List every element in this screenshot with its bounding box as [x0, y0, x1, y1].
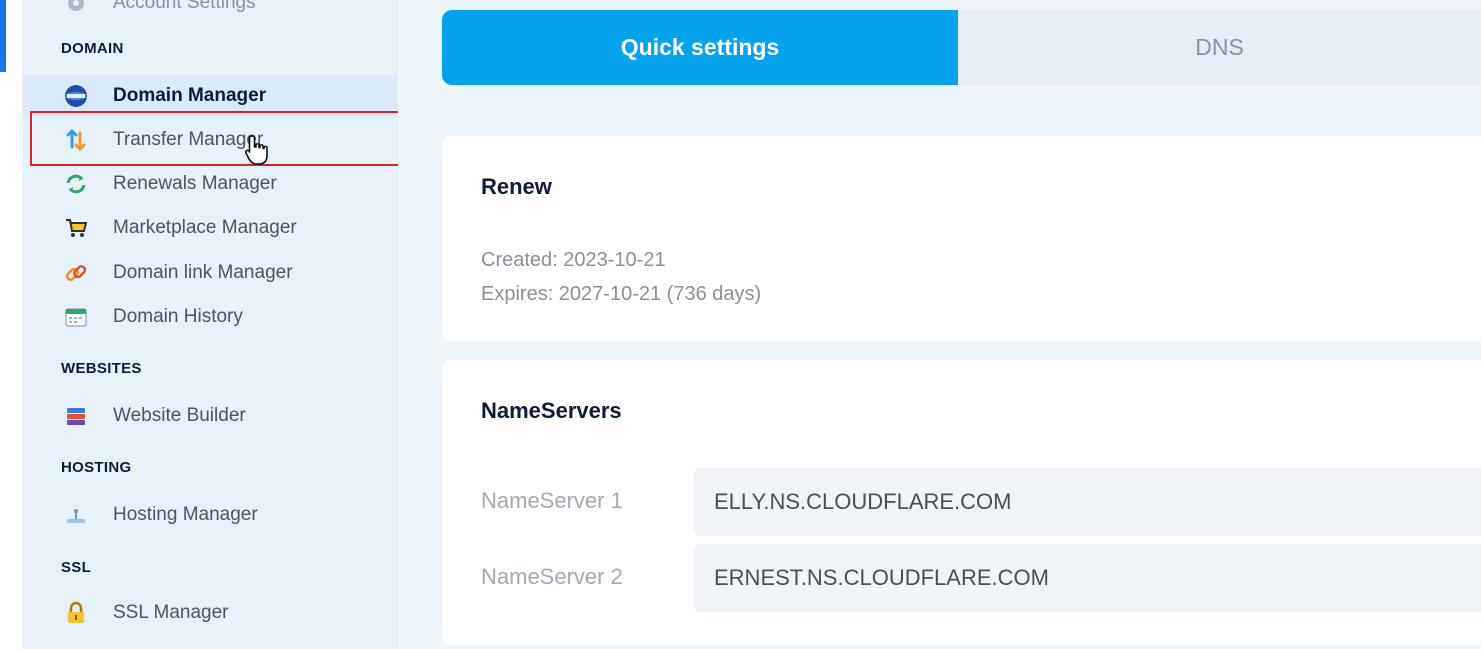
section-title-websites: WEBSITES — [61, 360, 142, 377]
section-title-domain: DOMAIN — [61, 40, 124, 57]
nameserver-label: NameServer 1 — [481, 488, 623, 513]
sidebar-item-marketplace-manager[interactable]: Marketplace Manager — [23, 207, 398, 249]
lock-icon — [63, 600, 89, 626]
hand-cursor-icon — [244, 134, 270, 166]
main-content: Quick settings DNS Renew Created: 2023-1… — [398, 0, 1481, 649]
layers-icon — [63, 403, 89, 429]
sidebar-item-label: Marketplace Manager — [113, 217, 297, 238]
sidebar-item-renewals-manager[interactable]: Renewals Manager — [23, 163, 398, 205]
tab-bar: Quick settings DNS — [442, 10, 1481, 85]
active-nav-indicator — [0, 0, 6, 72]
sidebar-item-account-settings[interactable]: Account Settings — [23, 0, 398, 24]
sidebar-item-hosting-manager[interactable]: Hosting Manager — [23, 494, 398, 536]
sidebar-item-label: Transfer Manager — [113, 129, 264, 150]
sidebar-item-transfer-manager[interactable]: Transfer Manager — [23, 119, 398, 161]
sidebar-item-label: Renewals Manager — [113, 173, 277, 194]
refresh-icon — [63, 171, 89, 197]
globe-icon — [63, 83, 89, 109]
sidebar-item-ssl-manager[interactable]: SSL Manager — [23, 592, 398, 634]
server-icon — [63, 502, 89, 528]
sidebar-item-label: SSL Manager — [113, 602, 229, 623]
sidebar-item-domain-manager[interactable]: Domain Manager — [23, 75, 398, 117]
sidebar-item-label: Hosting Manager — [113, 504, 258, 525]
sidebar-item-label: Domain Manager — [113, 85, 267, 106]
nameserver-1-field[interactable]: ELLY.NS.CLOUDFLARE.COM — [694, 468, 1481, 536]
created-date: Created: 2023-10-21 — [481, 249, 666, 271]
renew-card: Renew Created: 2023-10-21 Expires: 2027-… — [442, 136, 1481, 341]
nameservers-card-title: NameServers — [481, 398, 622, 423]
tab-quick-settings[interactable]: Quick settings — [442, 10, 958, 85]
left-edge-strip — [0, 0, 22, 649]
section-title-hosting: HOSTING — [61, 459, 132, 476]
transfer-arrows-icon — [63, 127, 89, 153]
sidebar-item-label: Account Settings — [113, 0, 256, 13]
nameserver-label: NameServer 2 — [481, 564, 623, 589]
section-title-ssl: SSL — [61, 559, 92, 576]
nameserver-2-field[interactable]: ERNEST.NS.CLOUDFLARE.COM — [694, 544, 1481, 612]
sidebar: Account Settings DOMAIN Domain Manager T… — [23, 0, 398, 649]
nameserver-row: NameServer 1 ELLY.NS.CLOUDFLARE.COM — [442, 468, 1481, 536]
sidebar-item-website-builder[interactable]: Website Builder — [23, 395, 398, 437]
shopping-cart-icon — [63, 215, 89, 241]
sidebar-item-label: Website Builder — [113, 405, 246, 426]
nameserver-row: NameServer 2 ERNEST.NS.CLOUDFLARE.COM — [442, 544, 1481, 612]
sidebar-item-label: Domain link Manager — [113, 262, 293, 283]
link-icon — [63, 260, 89, 286]
page: Account Settings DOMAIN Domain Manager T… — [0, 0, 1481, 649]
sidebar-item-domain-history[interactable]: Domain History — [23, 296, 398, 338]
renew-card-title: Renew — [481, 174, 552, 199]
calendar-icon — [63, 304, 89, 330]
gear-icon — [63, 0, 89, 16]
expires-date: Expires: 2027-10-21 (736 days) — [481, 283, 762, 305]
tab-dns[interactable]: DNS — [958, 10, 1481, 85]
sidebar-item-label: Domain History — [113, 306, 243, 327]
nameservers-card: NameServers NameServer 1 ELLY.NS.CLOUDFL… — [442, 360, 1481, 645]
sidebar-item-domain-link-manager[interactable]: Domain link Manager — [23, 252, 398, 294]
